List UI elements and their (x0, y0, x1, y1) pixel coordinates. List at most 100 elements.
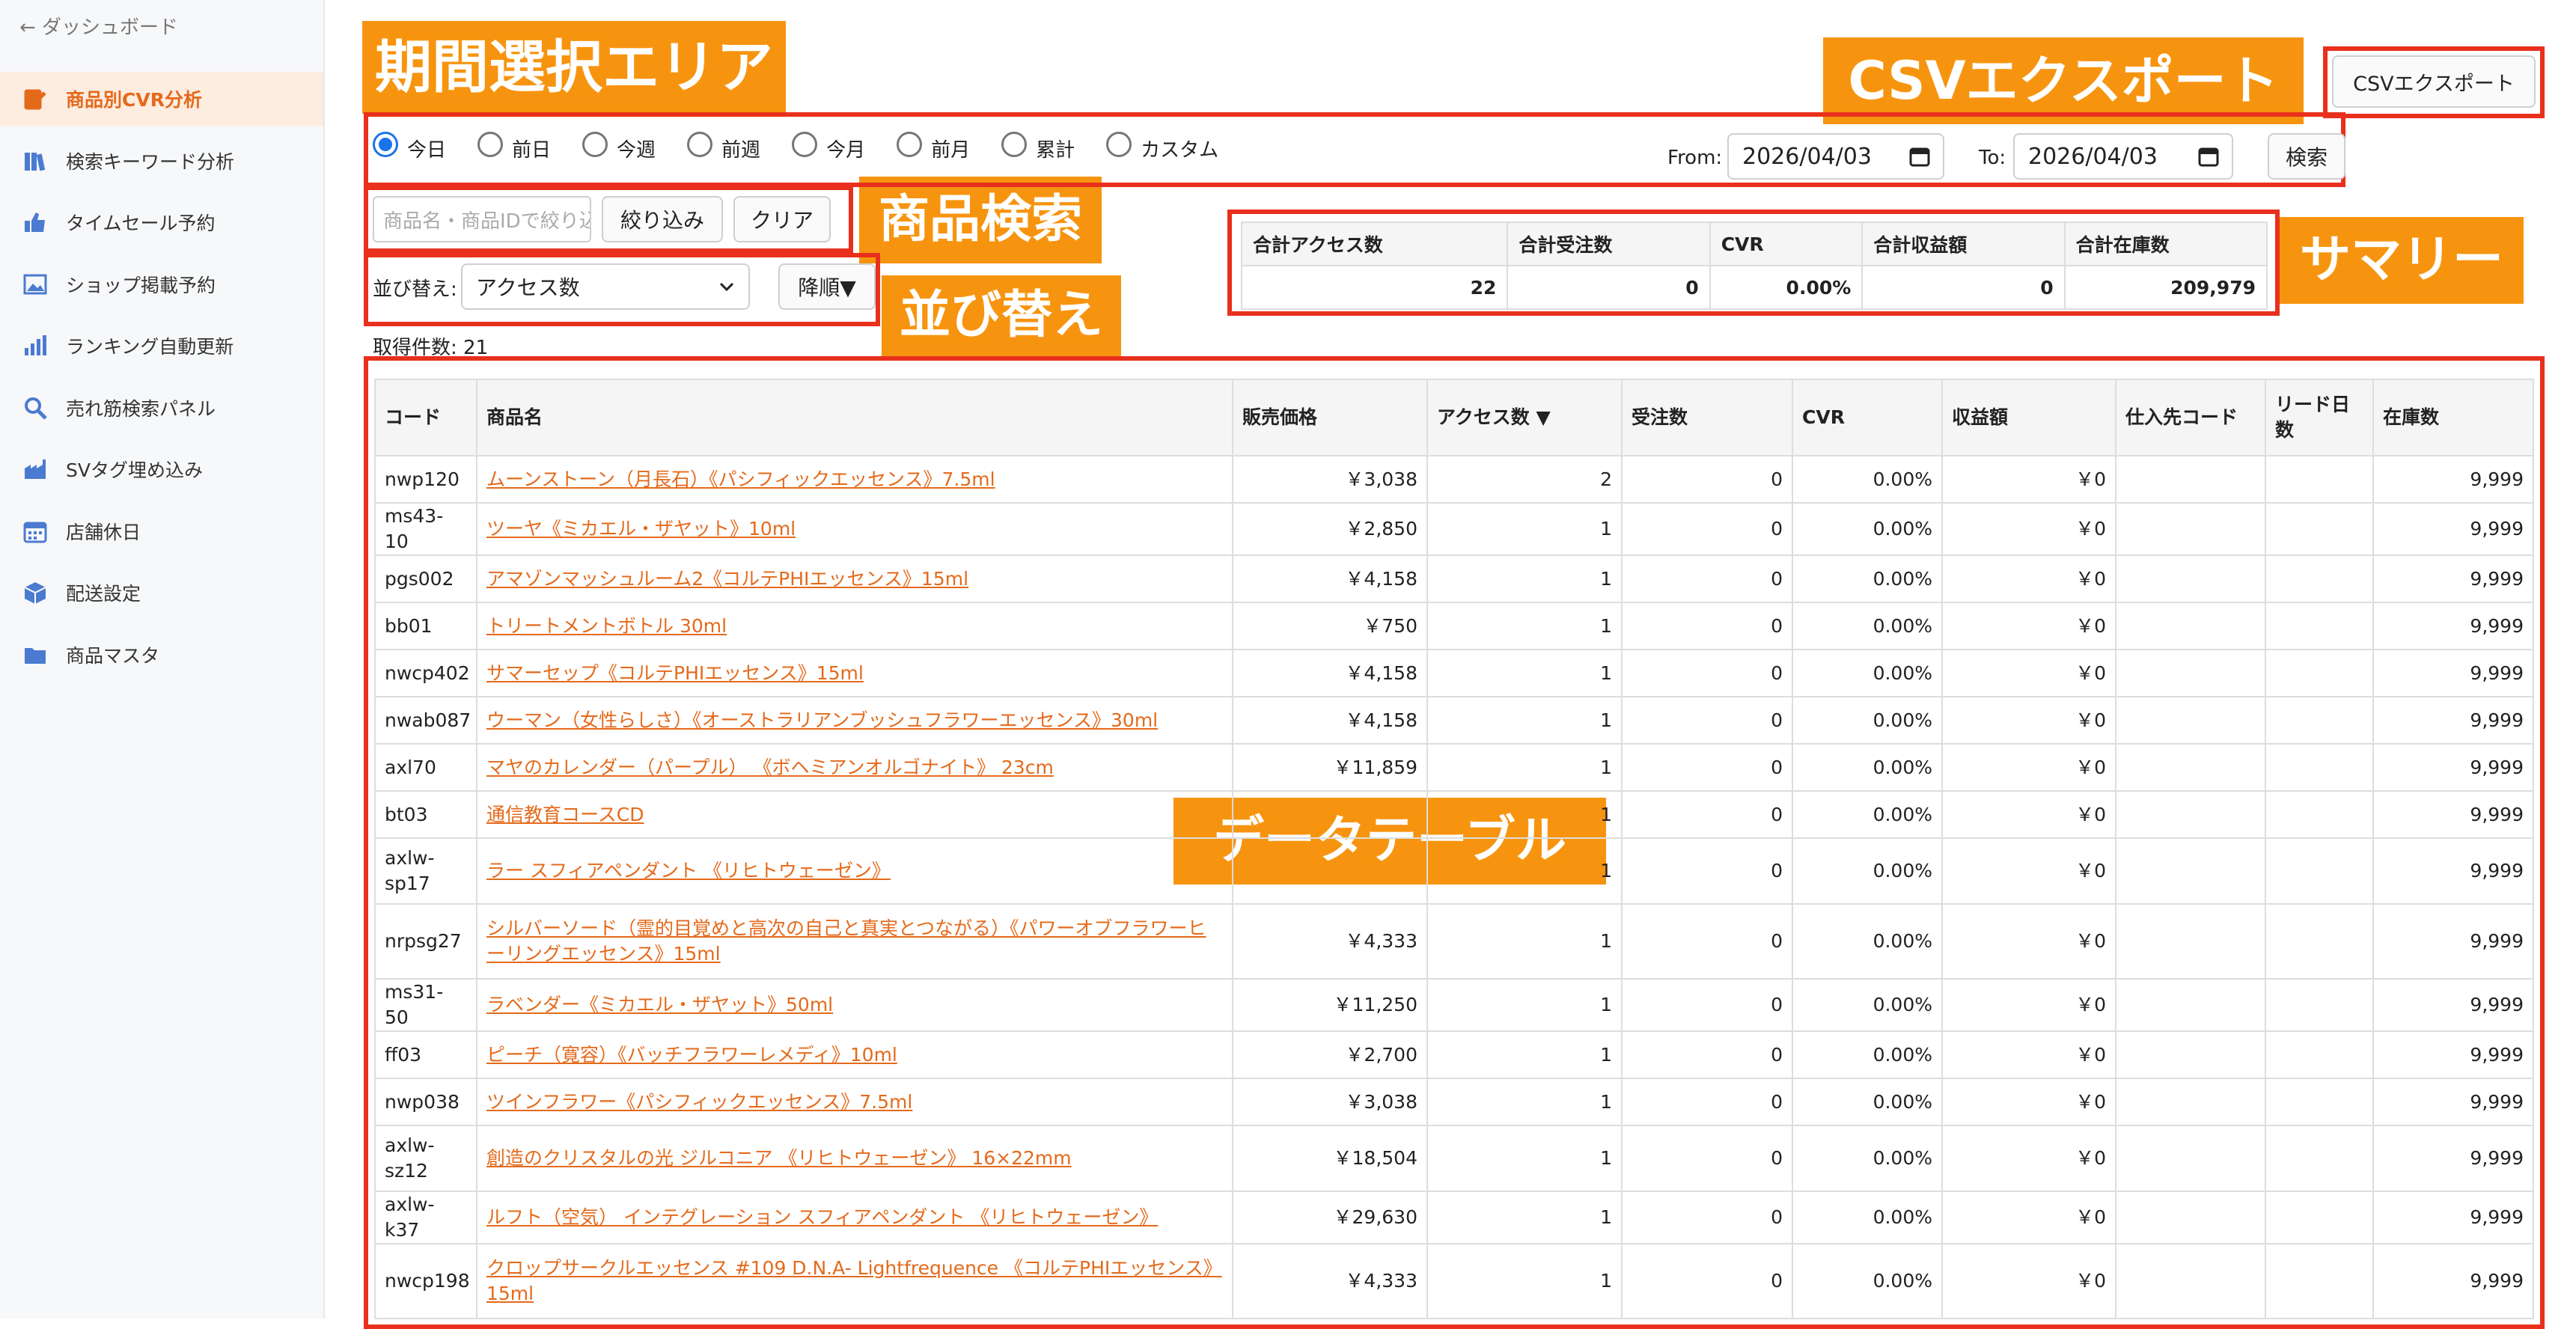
radio-button[interactable] (792, 131, 818, 157)
cell-revenue: ￥0 (1941, 602, 2116, 650)
radio-label: 前日 (512, 139, 552, 162)
sidebar-item-3[interactable]: ショップ掲載予約 (0, 257, 323, 311)
from-date-input[interactable]: 2026/04/03 (1727, 133, 1944, 180)
product-link[interactable]: シルバーソード（霊的目覚めと高次の自己と真実とつながる）《パワーオブフラワーヒー… (486, 917, 1206, 965)
product-link[interactable]: アマゾンマッシュルーム2《コルテPHIエッセンス》15ml (486, 568, 968, 590)
cell-stock: 9,999 (2372, 903, 2534, 980)
sidebar-item-1[interactable]: 検索キーワード分析 (0, 134, 323, 188)
period-radio-3[interactable]: 前週 (687, 131, 761, 162)
calendar-icon[interactable] (2197, 145, 2220, 174)
sidebar-item-4[interactable]: ランキング自動更新 (0, 319, 323, 373)
period-radio-5[interactable]: 前月 (897, 131, 970, 162)
sidebar-item-0[interactable]: 商品別CVR分析 (0, 72, 323, 126)
radio-button[interactable] (897, 131, 923, 157)
sidebar-item-5[interactable]: 売れ筋検索パネル (0, 381, 323, 435)
radio-button[interactable] (373, 131, 398, 157)
radio-button[interactable] (582, 131, 608, 157)
table-row: axlw-sp17 ラー スフィアペンダント 《リヒトウェーゼン》 1 0 0.00% ￥… (374, 837, 2534, 905)
product-link[interactable]: 通信教育コースCD (486, 804, 644, 825)
sidebar-item-2[interactable]: タイムセール予約 (0, 195, 323, 249)
cell-orders: 0 (1621, 1078, 1793, 1126)
period-radio-6[interactable]: 累計 (1001, 131, 1075, 162)
cell-cvr: 0.00% (1792, 1125, 1943, 1192)
sidebar-item-6[interactable]: SVタグ埋め込み (0, 442, 323, 496)
sort-select[interactable]: アクセス数 (461, 263, 750, 310)
product-name-cell: シルバーソード（霊的目覚めと高次の自己と真実とつながる）《パワーオブフラワーヒー… (476, 903, 1233, 980)
cell-stock: 9,999 (2372, 1243, 2534, 1319)
csv-export-button[interactable]: CSVエクスポート (2332, 55, 2536, 108)
sidebar-item-8[interactable]: 配送設定 (0, 566, 323, 620)
product-link[interactable]: 創造のクリスタルの光 ジルコニア 《リヒトウェーゼン》 16×22mm (486, 1147, 1072, 1169)
sidebar-item-7[interactable]: 店舗休日 (0, 504, 323, 558)
cell-orders: 0 (1621, 743, 1793, 792)
cell-cvr: 0.00% (1792, 903, 1943, 980)
radio-label: 前週 (721, 139, 761, 162)
product-link[interactable]: ルフト（空気） インテグレーション スフィアペンダント 《リヒトウェーゼン》 (486, 1206, 1158, 1228)
cell-price: ￥2,850 (1232, 502, 1428, 556)
sidebar-item-label: 検索キーワード分析 (66, 150, 235, 173)
product-link[interactable]: ツインフラワー《パシフィックエッセンス》7.5ml (486, 1091, 912, 1113)
product-link[interactable]: ラベンダー《ミカエル・ザヤット》50ml (486, 994, 833, 1015)
table-row: axlw-k37 ルフト（空気） インテグレーション スフィアペンダント 《リヒト… (374, 1191, 2534, 1244)
product-link[interactable]: ピーチ（寛容）《バッチフラワーレメディ》10ml (486, 1044, 897, 1066)
sidebar-item-9[interactable]: 商品マスタ (0, 628, 323, 682)
product-link[interactable]: マヤのカレンダー（パープル） 《ボヘミアンオルゴナイト》 23cm (486, 757, 1054, 778)
column-header: CVR (1792, 379, 1943, 456)
product-name-cell: ウーマン（女性らしさ）《オーストラリアンブッシュフラワーエッセンス》30ml (476, 696, 1233, 745)
cell-revenue: ￥0 (1941, 837, 2116, 905)
cell-revenue: ￥0 (1941, 1243, 2116, 1319)
cell-revenue: ￥0 (1941, 696, 2116, 745)
cell-price: ￥4,158 (1232, 554, 1428, 603)
product-name-cell: アマゾンマッシュルーム2《コルテPHIエッセンス》15ml (476, 554, 1233, 603)
product-link[interactable]: ムーンストーン（月長石）《パシフィックエッセンス》7.5ml (486, 468, 995, 490)
product-link[interactable]: サマーセップ《コルテPHIエッセンス》15ml (486, 662, 864, 684)
cell-lead (2265, 743, 2374, 792)
to-date-input[interactable]: 2026/04/03 (2013, 133, 2233, 180)
cell-code: bt03 (374, 790, 477, 839)
product-name-cell: トリートメントボトル 30ml (476, 602, 1233, 650)
data-table: コード 商品名 販売価格 アクセス数 ▼ 受注数 CVR 収益額 仕入先コード リード日数 在庫数… (374, 379, 2534, 1319)
cell-orders: 0 (1621, 649, 1793, 697)
table-row: nwcp198 クロップサークルエッセンス #109 D.N.A- Lightfr… (374, 1243, 2534, 1319)
period-radio-2[interactable]: 今週 (582, 131, 656, 162)
image-icon (21, 270, 49, 299)
cell-supplier (2115, 1078, 2266, 1126)
product-link[interactable]: クロップサークルエッセンス #109 D.N.A- Lightfrequence… (486, 1257, 1222, 1304)
column-header: 仕入先コード (2115, 379, 2266, 456)
back-to-dashboard-link[interactable]: ← ダッシュボード (19, 12, 178, 40)
filter-button[interactable]: 絞り込み (602, 196, 723, 242)
radio-button[interactable] (687, 131, 713, 157)
cell-cvr: 0.00% (1792, 1191, 1943, 1244)
cell-access: 1 (1426, 1030, 1623, 1079)
cell-price: ￥4,158 (1232, 649, 1428, 697)
cell-access: 2 (1426, 455, 1623, 504)
radio-button[interactable] (1106, 131, 1132, 157)
period-radio-0[interactable]: 今日 (373, 131, 446, 162)
column-header[interactable]: アクセス数 ▼ (1426, 379, 1623, 456)
cell-stock: 9,999 (2372, 1078, 2534, 1126)
table-row: ms43-10 ツーヤ《ミカエル・ザヤット》10ml ￥2,850 1 0 0.00% ￥0… (374, 502, 2534, 556)
bar-chart-icon (21, 332, 49, 360)
product-link[interactable]: トリートメントボトル 30ml (486, 615, 727, 637)
cell-supplier (2115, 502, 2266, 556)
radio-button[interactable] (1001, 131, 1028, 157)
product-link[interactable]: ラー スフィアペンダント 《リヒトウェーゼン》 (486, 860, 891, 882)
clear-button[interactable]: クリア (733, 196, 831, 242)
period-search-button[interactable]: 検索 (2268, 133, 2345, 180)
cell-code: nwcp402 (374, 649, 477, 697)
radio-button[interactable] (477, 131, 504, 157)
period-radio-7[interactable]: カスタム (1106, 131, 1218, 162)
sort-order-button[interactable]: 降順▼ (778, 263, 876, 310)
product-search-input[interactable]: 商品名・商品IDで絞り込 (373, 196, 591, 242)
cell-access: 1 (1426, 790, 1623, 839)
product-name-cell: ラー スフィアペンダント 《リヒトウェーゼン》 (476, 837, 1233, 905)
cell-lead (2265, 1125, 2374, 1192)
period-radio-1[interactable]: 前日 (477, 131, 552, 162)
cell-lead (2265, 1078, 2374, 1126)
from-date-value: 2026/04/03 (1742, 143, 1872, 170)
product-link[interactable]: ツーヤ《ミカエル・ザヤット》10ml (486, 518, 796, 540)
product-link[interactable]: ウーマン（女性らしさ）《オーストラリアンブッシュフラワーエッセンス》30ml (486, 709, 1158, 731)
calendar-icon[interactable] (1908, 145, 1931, 174)
period-radio-4[interactable]: 今月 (792, 131, 865, 162)
cell-orders: 0 (1621, 903, 1793, 980)
